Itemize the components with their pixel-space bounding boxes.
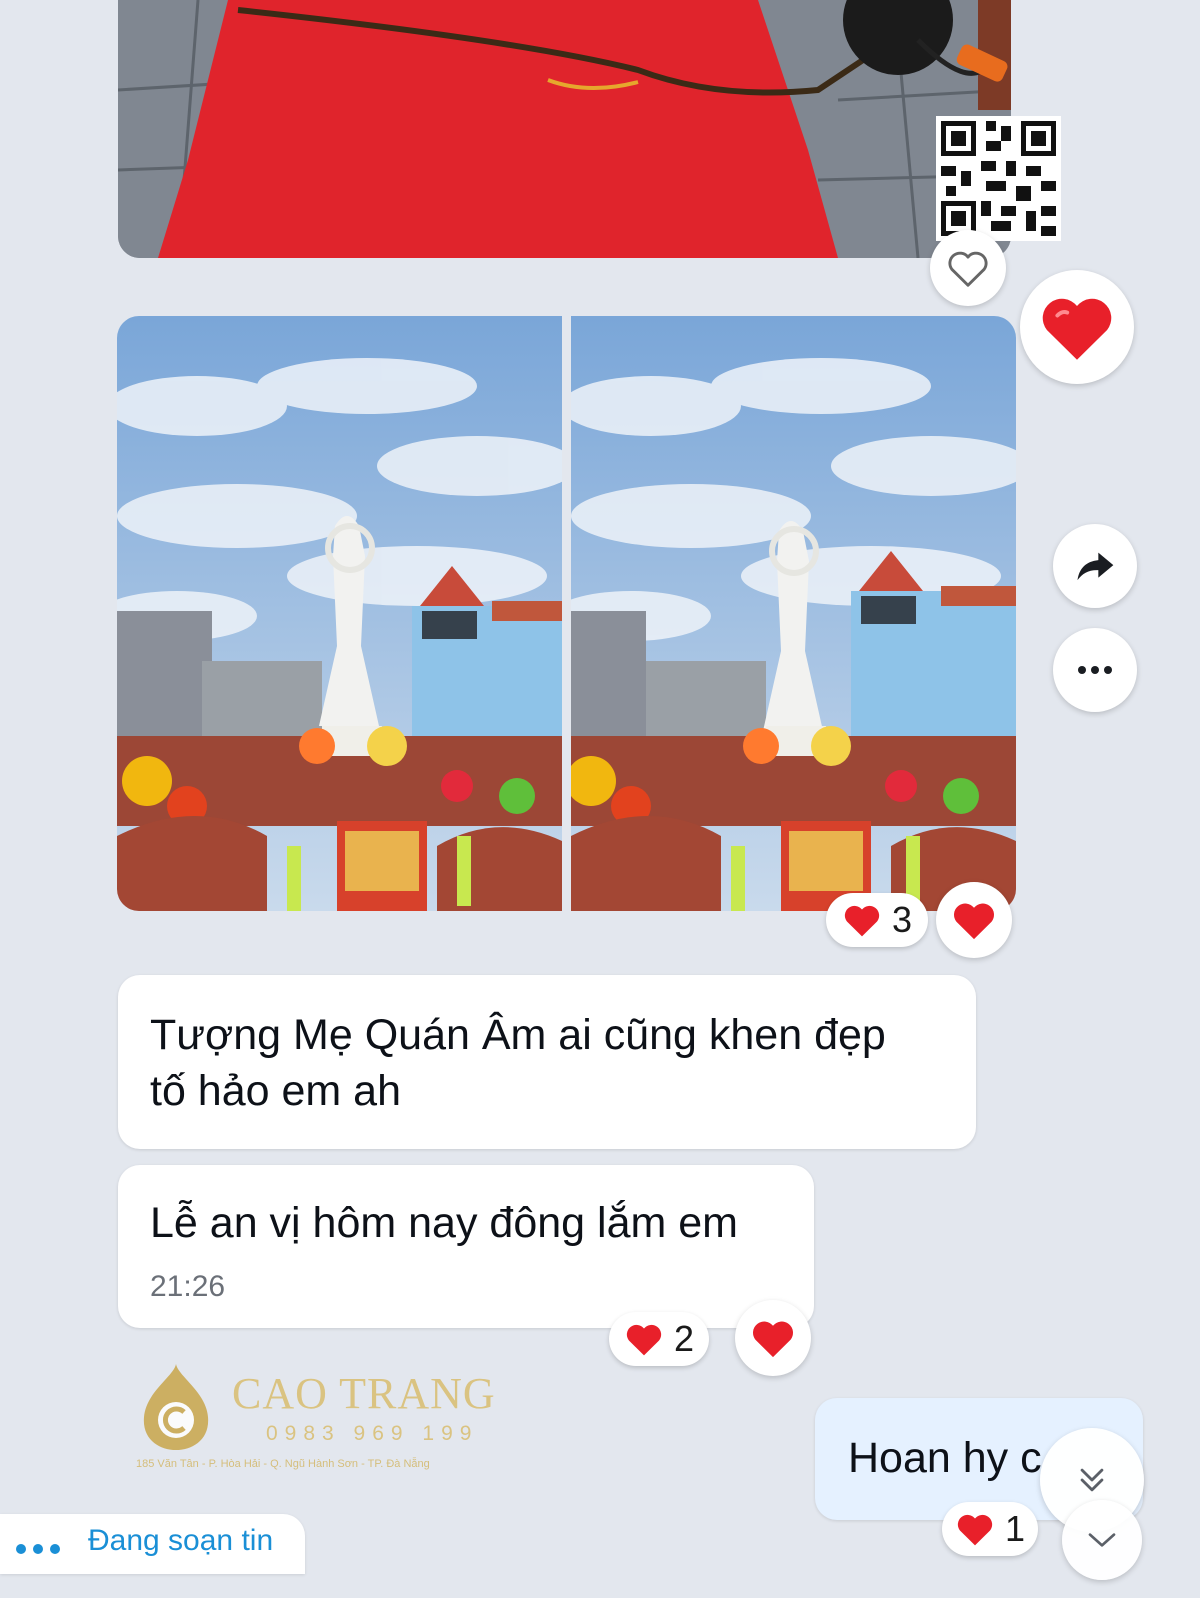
photo-statue-right[interactable] bbox=[571, 316, 1016, 911]
watermark-brand: CAO TRANG bbox=[232, 1369, 496, 1418]
share-arrow-icon bbox=[1077, 552, 1114, 581]
statue-photo-image bbox=[571, 316, 1016, 911]
heart-outline-icon bbox=[948, 251, 988, 287]
heart-icon bbox=[753, 1321, 793, 1358]
sent-message-text: Hoan hy c bbox=[848, 1434, 1042, 1482]
statue-photo-image bbox=[117, 316, 562, 911]
react-heart-button[interactable] bbox=[930, 230, 1006, 306]
photos-reaction-count[interactable]: 3 bbox=[826, 893, 928, 947]
message-reaction-count[interactable]: 2 bbox=[609, 1312, 709, 1366]
heart-icon bbox=[1042, 298, 1112, 360]
message-text: Tượng Mẹ Quán Âm ai cũng khen đẹp tố hảo… bbox=[150, 1011, 886, 1115]
photos-heart-button[interactable] bbox=[936, 882, 1012, 958]
heart-icon bbox=[954, 903, 994, 940]
heart-icon bbox=[626, 1324, 662, 1356]
photo-statue-left[interactable] bbox=[117, 316, 562, 911]
message-timestamp: 21:26 bbox=[150, 1270, 226, 1303]
double-chevron-down-icon bbox=[1080, 1468, 1104, 1492]
message-bubble[interactable]: Tượng Mẹ Quán Âm ai cũng khen đẹp tố hảo… bbox=[118, 975, 976, 1149]
typing-indicator: Đang soạn tin bbox=[0, 1514, 305, 1574]
typing-dots-icon bbox=[16, 1544, 60, 1554]
more-options-button[interactable] bbox=[1053, 628, 1137, 712]
heart-icon bbox=[957, 1514, 993, 1546]
more-dots-icon bbox=[1078, 666, 1112, 674]
big-heart-reaction[interactable] bbox=[1020, 270, 1134, 384]
reaction-count: 3 bbox=[891, 899, 913, 940]
message-text: Lễ an vị hôm nay đông lắm em bbox=[150, 1199, 738, 1247]
brand-leaf-icon bbox=[143, 1364, 209, 1450]
message-heart-button[interactable] bbox=[735, 1300, 811, 1376]
reaction-count: 2 bbox=[673, 1318, 695, 1359]
qr-code-icon bbox=[936, 116, 1061, 241]
photo-red-carpet-image bbox=[118, 0, 1011, 258]
sent-reaction-count[interactable]: 1 bbox=[942, 1502, 1038, 1556]
share-button[interactable] bbox=[1053, 524, 1137, 608]
collapse-button[interactable] bbox=[1062, 1500, 1142, 1580]
typing-text: Đang soạn tin bbox=[88, 1524, 274, 1557]
qr-code bbox=[936, 116, 1061, 241]
heart-icon bbox=[844, 905, 880, 937]
watermark-phone: 0983 969 199 bbox=[266, 1422, 479, 1445]
message-bubble[interactable]: Lễ an vị hôm nay đông lắm em 21:26 bbox=[118, 1165, 814, 1328]
watermark-logo: CAO TRANG 0983 969 199 185 Văn Tân - P. … bbox=[136, 1362, 496, 1477]
watermark-address: 185 Văn Tân - P. Hòa Hải - Q. Ngũ Hành S… bbox=[136, 1458, 430, 1470]
chevron-down-icon bbox=[1088, 1533, 1116, 1547]
reaction-count: 1 bbox=[1004, 1508, 1026, 1549]
photo-red-carpet[interactable] bbox=[118, 0, 1011, 258]
